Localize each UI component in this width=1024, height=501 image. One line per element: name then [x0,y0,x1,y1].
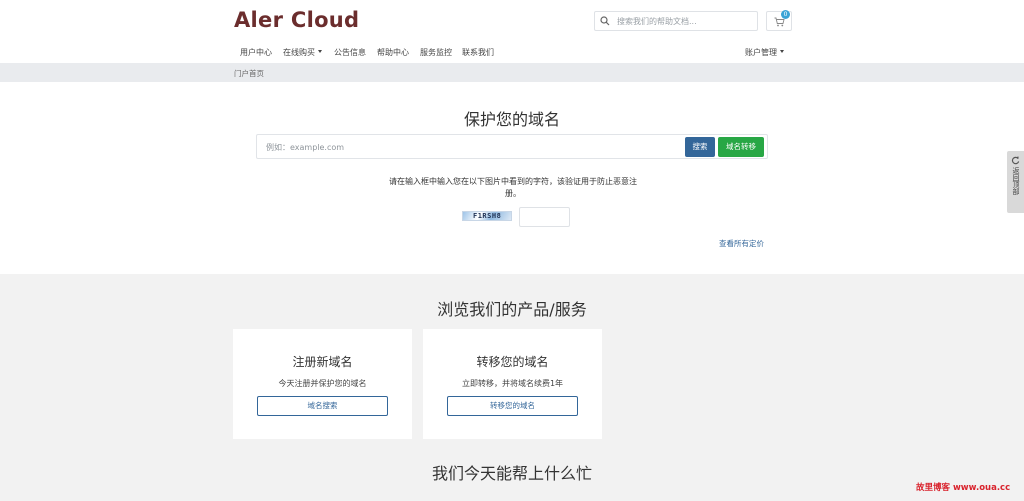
hero-title: 保护您的域名 [463,110,560,129]
card-register-domain: 注册新域名 今天注册并保护您的域名 域名搜索 [233,329,412,439]
refresh-icon [1011,156,1020,165]
search-icon [600,16,610,26]
chevron-down-icon [780,50,784,53]
view-all-pricing-link[interactable]: 查看所有定价 [719,238,764,249]
captcha-image: F1RSH8 [462,211,512,221]
nav-item-service-monitor[interactable]: 服务监控 [420,47,452,58]
site-logo[interactable]: Aler Cloud [234,8,359,32]
products-title: 浏览我们的产品/服务 [437,300,587,319]
back-to-top-label: 返回顶部 [1012,167,1020,195]
cart-count-badge: 0 [781,10,790,19]
nav-item-help-center[interactable]: 帮助中心 [377,47,409,58]
captcha-code: F1RSH8 [473,212,502,220]
site-header: Aler Cloud 0 [0,0,1024,42]
domain-search-input[interactable] [266,140,666,154]
breadcrumb-home[interactable]: 门户首页 [234,68,264,79]
help-search-input[interactable] [617,14,753,29]
card-title: 注册新域名 [292,355,353,369]
domain-search-button[interactable]: 搜索 [685,137,715,157]
nav-item-user-center[interactable]: 用户中心 [240,47,272,58]
nav-item-announcements[interactable]: 公告信息 [334,47,366,58]
back-to-top-tab[interactable]: 返回顶部 [1007,151,1024,213]
nav-item-account[interactable]: 账户管理 [745,47,784,58]
watermark: 故里博客 www.oua.cc [916,483,1011,493]
main-nav: 用户中心 在线购买 公告信息 帮助中心 服务监控 联系我们 账户管理 [0,42,1024,62]
chevron-down-icon [318,50,322,53]
help-search-box[interactable] [594,11,758,31]
help-title: 我们今天能帮上什么忙 [431,464,592,483]
card-desc: 今天注册并保护您的域名 [278,379,367,388]
breadcrumb-bar: 门户首页 [0,63,1024,82]
transfer-domain-card-button[interactable]: 转移您的域名 [447,396,578,416]
cart-button[interactable]: 0 [766,10,792,31]
domain-transfer-button[interactable]: 域名转移 [718,137,764,157]
nav-item-contact-us[interactable]: 联系我们 [462,47,494,58]
nav-item-buy-online[interactable]: 在线购买 [283,47,322,58]
card-transfer-domain: 转移您的域名 立即转移，并将域名续费1年 转移您的域名 [423,329,602,439]
card-desc: 立即转移，并将域名续费1年 [461,379,564,388]
card-title: 转移您的域名 [476,355,549,369]
captcha-instruction: 请在输入框中输入您在以下图片中看到的字符，该验证用于防止恶意注册。 [389,177,637,198]
captcha-input[interactable] [519,207,570,227]
domain-search-card-button[interactable]: 域名搜索 [257,396,388,416]
